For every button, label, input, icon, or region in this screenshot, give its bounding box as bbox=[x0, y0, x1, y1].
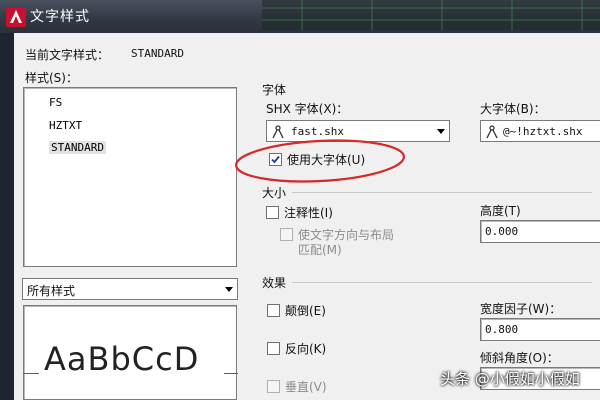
annotative-label[interactable]: 注释性(I) bbox=[284, 204, 333, 221]
preview-baseline-right bbox=[224, 373, 238, 374]
height-label: 高度(T) bbox=[480, 204, 521, 218]
match-orientation-checkbox[interactable] bbox=[280, 228, 293, 241]
preview-text: AaBbCcD bbox=[44, 340, 200, 378]
upside-down-checkbox[interactable] bbox=[267, 304, 280, 317]
bigfont-label: 大字体(B)： bbox=[480, 102, 546, 116]
annotation-circle bbox=[235, 139, 405, 183]
backwards-label[interactable]: 反向(K) bbox=[285, 340, 326, 357]
current-style-label: 当前文字样式： bbox=[25, 48, 110, 62]
text-style-dialog: 当前文字样式： STANDARD 样式(S)： FS HZTXT STANDAR… bbox=[14, 33, 600, 400]
effects-group-label: 效果 bbox=[262, 276, 287, 290]
chevron-down-icon bbox=[225, 287, 233, 292]
vertical-checkbox[interactable] bbox=[267, 380, 280, 393]
bigfont-dropdown[interactable]: @~!hztxt.shx bbox=[480, 120, 600, 142]
width-factor-input[interactable]: 0.800 bbox=[480, 318, 600, 341]
width-factor-value: 0.800 bbox=[485, 323, 519, 336]
style-filter-value: 所有样式 bbox=[27, 284, 76, 298]
window-title: 文字样式 bbox=[30, 9, 90, 25]
style-item-standard[interactable]: STANDARD bbox=[49, 141, 106, 154]
height-input[interactable]: 0.000 bbox=[480, 220, 600, 243]
watermark: 头条 @小假如小假如 bbox=[440, 370, 580, 388]
upside-down-label[interactable]: 颠倒(E) bbox=[285, 302, 326, 319]
styles-list[interactable]: FS HZTXT STANDARD bbox=[23, 87, 237, 267]
preview-box: AaBbCcD bbox=[23, 305, 238, 400]
chevron-down-icon bbox=[437, 129, 445, 134]
font-group-label: 字体 bbox=[262, 83, 287, 97]
vertical-label: 垂直(V) bbox=[285, 380, 327, 394]
annotative-checkbox[interactable] bbox=[266, 206, 279, 219]
preview-baseline-left bbox=[23, 373, 39, 374]
size-group-divider bbox=[292, 192, 592, 193]
styles-label: 样式(S)： bbox=[25, 71, 78, 85]
style-item-fs[interactable]: FS bbox=[49, 96, 62, 109]
effects-group-divider bbox=[292, 282, 592, 283]
match-orientation-label-line2: 匹配(M) bbox=[298, 243, 342, 257]
width-factor-label: 宽度因子(W)： bbox=[480, 302, 562, 316]
bigfont-value: @~!hztxt.shx bbox=[503, 125, 583, 138]
oblique-label: 倾斜角度(O)： bbox=[480, 351, 559, 365]
font-compass-icon bbox=[486, 125, 498, 139]
background-grid bbox=[262, 0, 600, 30]
height-value: 0.000 bbox=[485, 225, 519, 238]
autocad-a-icon bbox=[6, 7, 26, 27]
current-style-value: STANDARD bbox=[131, 47, 184, 60]
size-group-label: 大小 bbox=[262, 186, 287, 200]
style-filter-dropdown[interactable]: 所有样式 bbox=[22, 278, 238, 300]
shx-font-value: fast.shx bbox=[291, 125, 344, 138]
shx-font-label: SHX 字体(X)： bbox=[266, 102, 349, 116]
backwards-checkbox[interactable] bbox=[267, 342, 280, 355]
style-item-hztxt[interactable]: HZTXT bbox=[49, 119, 82, 132]
title-bar[interactable]: 文字样式 bbox=[0, 0, 600, 33]
